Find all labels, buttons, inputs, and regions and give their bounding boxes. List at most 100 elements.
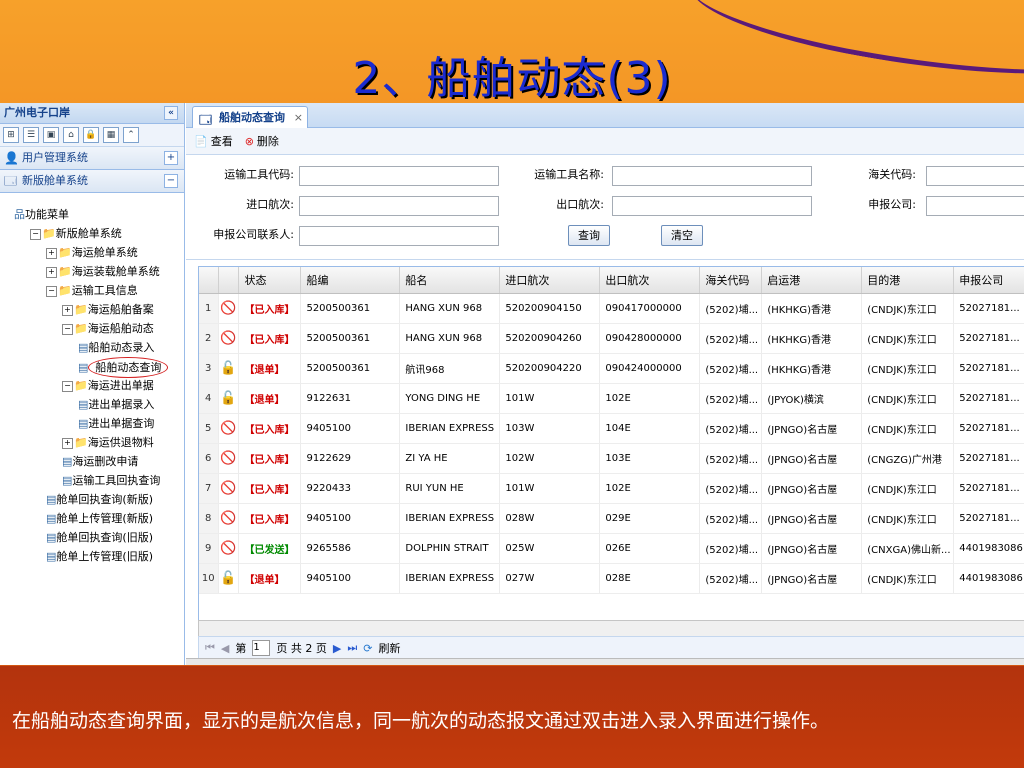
- accordion-user-management[interactable]: 👤 用户管理系统 +: [0, 147, 184, 170]
- table-row[interactable]: 8 🚫 【已入库】 9405100 IBERIAN EXPRESS 028W 029E (52…: [199, 503, 1024, 534]
- lock-icon[interactable]: 🔒: [83, 127, 99, 143]
- tree-node[interactable]: + 📁海运供退物料: [0, 433, 184, 452]
- collapse-panel-button[interactable]: «: [164, 106, 178, 120]
- tree-node[interactable]: ▤运输工具回执查询: [0, 471, 184, 490]
- declarer-input[interactable]: [926, 196, 1024, 216]
- expand-all-icon[interactable]: ⊞: [3, 127, 19, 143]
- prev-page-icon[interactable]: ◀: [221, 642, 229, 655]
- cell-customs: (5202)埔...: [699, 503, 763, 534]
- first-page-icon[interactable]: ⏮: [205, 641, 215, 655]
- tab-ship-dynamic-query[interactable]: 🗔 船舶动态查询 ×: [192, 106, 308, 128]
- tree-node[interactable]: − 📁新版舱单系统: [0, 224, 184, 243]
- table-row[interactable]: 1 🚫 【已入库】 5200500361 HANG XUN 968 52020090415…: [199, 293, 1024, 324]
- window-icon[interactable]: ▣: [43, 127, 59, 143]
- tree-node[interactable]: ▤舱单回执查询(旧版): [0, 528, 184, 547]
- unlock-icon: 🔓: [218, 563, 240, 594]
- home-icon[interactable]: ⌂: [63, 127, 79, 143]
- column-header[interactable]: 船编: [300, 267, 401, 294]
- tool-name-input[interactable]: [612, 166, 812, 186]
- query-button[interactable]: 查询: [568, 225, 610, 246]
- column-header[interactable]: 出口航次: [599, 267, 701, 294]
- out-voyage-label: 出口航次:: [556, 198, 604, 211]
- cell-outv: 104E: [599, 413, 701, 444]
- table-row[interactable]: 9 🚫 【已发送】 9265586 DOLPHIN STRAIT 025W 026E (520…: [199, 533, 1024, 564]
- row-number: 10: [199, 563, 220, 594]
- tree-node[interactable]: ▤舱单回执查询(新版): [0, 490, 184, 509]
- table-row[interactable]: 5 🚫 【已入库】 9405100 IBERIAN EXPRESS 103W 104E (52…: [199, 413, 1024, 444]
- refresh-label[interactable]: 刷新: [378, 640, 400, 656]
- last-page-icon[interactable]: ⏭: [347, 641, 357, 655]
- view-button[interactable]: 📄 查看: [194, 133, 233, 149]
- tree-node[interactable]: + 📁海运舱单系统: [0, 243, 184, 262]
- contact-input[interactable]: [299, 226, 499, 246]
- next-page-icon[interactable]: ▶: [333, 642, 341, 655]
- folder-icon: 📁: [74, 436, 88, 449]
- column-header[interactable]: 启运港: [761, 267, 863, 294]
- expand-toggle[interactable]: +: [164, 151, 178, 165]
- tree-node[interactable]: − 📁运输工具信息: [0, 281, 184, 300]
- accordion-label: 用户管理系统: [22, 151, 88, 164]
- expand-icon[interactable]: +: [46, 247, 57, 259]
- column-header[interactable]: 申报公司: [953, 267, 1024, 294]
- delete-button[interactable]: ⊗ 删除: [245, 133, 279, 149]
- column-header[interactable]: 进口航次: [499, 267, 601, 294]
- tree-node[interactable]: ▤船舶动态录入: [0, 338, 184, 357]
- collapse-icon[interactable]: −: [30, 228, 41, 240]
- delete-label: 删除: [256, 135, 279, 148]
- tree-node[interactable]: ▤进出单据录入: [0, 395, 184, 414]
- up-icon[interactable]: ⌃: [123, 127, 139, 143]
- status-cell: 【已入库】: [238, 473, 302, 504]
- cell-ship: 9122631: [300, 383, 401, 414]
- collapse-icon[interactable]: −: [62, 323, 73, 335]
- page-number-input[interactable]: 1: [252, 640, 271, 656]
- refresh-icon[interactable]: ⟳: [363, 642, 372, 655]
- tree-node[interactable]: ▤进出单据查询: [0, 414, 184, 433]
- tree-node[interactable]: ▤舱单上传管理(旧版): [0, 547, 184, 566]
- in-voyage-input[interactable]: [299, 196, 499, 216]
- horizontal-scrollbar[interactable]: [198, 620, 1024, 637]
- cell-outv: 090417000000: [599, 293, 701, 324]
- expand-icon[interactable]: +: [62, 304, 73, 316]
- table-row[interactable]: 4 🔓 【退单】 9122631 YONG DING HE 101W 102E (5202)埔…: [199, 383, 1024, 414]
- tree-node[interactable]: 品功能菜单: [0, 205, 184, 224]
- user-icon: 👤: [4, 151, 19, 165]
- table-row[interactable]: 3 🔓 【退单】 5200500361 航讯968 520200904220 0904240…: [199, 353, 1024, 384]
- tree-node[interactable]: − 📁海运船舶动态: [0, 319, 184, 338]
- cell-name: IBERIAN EXPRESS: [399, 413, 501, 444]
- list-icon[interactable]: ☰: [23, 127, 39, 143]
- collapse-icon[interactable]: −: [46, 285, 57, 297]
- tree-node-label: 海运供退物料: [87, 436, 154, 449]
- column-header[interactable]: 目的港: [861, 267, 955, 294]
- table-row[interactable]: 2 🚫 【已入库】 5200500361 HANG XUN 968 52020090426…: [199, 323, 1024, 354]
- table-row[interactable]: 7 🚫 【已入库】 9220433 RUI YUN HE 101W 102E (5202)埔.…: [199, 473, 1024, 504]
- status-cell: 【已入库】: [238, 413, 302, 444]
- table-row[interactable]: 6 🚫 【已入库】 9122629 ZI YA HE 102W 103E (5202)埔...…: [199, 443, 1024, 474]
- tree-node[interactable]: + 📁海运装载舱单系统: [0, 262, 184, 281]
- tree-node[interactable]: ▤海运删改申请: [0, 452, 184, 471]
- collapse-icon[interactable]: −: [62, 380, 73, 392]
- expand-icon[interactable]: +: [46, 266, 57, 278]
- column-header[interactable]: 船名: [399, 267, 501, 294]
- customs-code-input[interactable]: [926, 166, 1024, 186]
- left-toolbar: ⊞ ☰ ▣ ⌂ 🔒 ▦ ⌃: [0, 124, 184, 147]
- cell-name: YONG DING HE: [399, 383, 501, 414]
- tab-close-button[interactable]: ×: [294, 107, 303, 128]
- bottom-scrollbar[interactable]: [186, 658, 1024, 665]
- tree-node[interactable]: − 📁海运进出单据: [0, 376, 184, 395]
- calendar-icon[interactable]: ▦: [103, 127, 119, 143]
- collapse-toggle[interactable]: −: [164, 174, 178, 188]
- tree-node[interactable]: ▤舱单上传管理(新版): [0, 509, 184, 528]
- accordion-manifest-system[interactable]: 🗔 新版舱单系统 −: [0, 170, 184, 193]
- table-row[interactable]: 10 🔓 【退单】 9405100 IBERIAN EXPRESS 027W 028E (52…: [199, 563, 1024, 594]
- tool-code-input[interactable]: [299, 166, 499, 186]
- cell-from: (HKHKG)香港: [761, 353, 863, 384]
- clear-button[interactable]: 清空: [661, 225, 703, 246]
- column-header[interactable]: 海关代码: [699, 267, 763, 294]
- expand-icon[interactable]: +: [62, 437, 73, 449]
- column-header[interactable]: 状态: [238, 267, 302, 294]
- tree-node[interactable]: ▤ 船舶动态查询: [0, 357, 184, 378]
- tree-node[interactable]: + 📁海运船舶备案: [0, 300, 184, 319]
- cell-name: ZI YA HE: [399, 443, 501, 474]
- cell-ship: 9405100: [300, 413, 401, 444]
- out-voyage-input[interactable]: [612, 196, 812, 216]
